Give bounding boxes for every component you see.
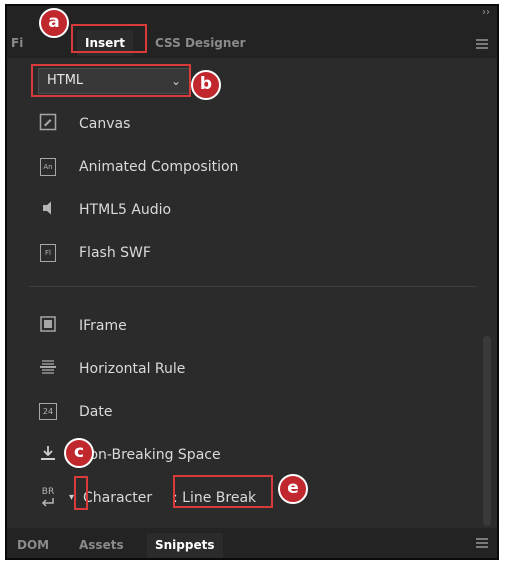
list-item-horizontal-rule[interactable]: Horizontal Rule — [7, 349, 477, 389]
line-break-icon: BR — [37, 487, 59, 509]
panel-top-strip: ›› — [7, 6, 497, 20]
list-item-html5-audio[interactable]: HTML5 Audio — [7, 190, 477, 230]
audio-speaker-icon — [37, 199, 59, 221]
line-break-highlight — [173, 475, 273, 508]
insert-tab-highlight — [71, 24, 147, 53]
line-break-icon-text: BR — [41, 487, 55, 497]
animated-composition-icon: An — [37, 156, 59, 178]
tab-snippets[interactable]: Snippets — [147, 533, 223, 558]
list-item-date[interactable]: 24 Date — [7, 392, 477, 432]
date-calendar-icon: 24 — [37, 401, 59, 423]
list-item-label: Canvas — [79, 116, 131, 132]
list-scrollbar[interactable] — [483, 336, 491, 526]
expand-arrow-highlight — [74, 476, 88, 510]
horizontal-rule-icon — [37, 358, 59, 380]
panel-menu-icon[interactable] — [476, 39, 488, 49]
dropdown-highlight — [31, 64, 191, 97]
animated-composition-icon-text: An — [40, 158, 56, 176]
collapse-panel-icon[interactable]: ›› — [482, 6, 490, 20]
list-item-label: Horizontal Rule — [79, 361, 186, 377]
list-item-label: Non-Breaking Space — [79, 447, 221, 463]
flash-swf-icon: Fl — [37, 242, 59, 264]
tab-assets[interactable]: Assets — [71, 533, 132, 558]
list-item-iframe[interactable]: IFrame — [7, 306, 477, 346]
iframe-icon — [37, 315, 59, 337]
annotation-badge-e: e — [278, 474, 308, 504]
list-item-label: Animated Composition — [79, 159, 239, 175]
list-item-label: HTML5 Audio — [79, 202, 172, 218]
list-item-label: Character — [83, 490, 153, 506]
list-item-label: IFrame — [79, 318, 127, 334]
list-item-animated-composition[interactable]: An Animated Composition — [7, 147, 477, 187]
flash-swf-icon-text: Fl — [40, 244, 56, 262]
tab-files[interactable]: Fi — [11, 30, 27, 56]
annotation-badge-b: b — [191, 70, 221, 100]
list-item-label: Date — [79, 404, 113, 420]
annotation-badge-c: c — [64, 438, 94, 468]
date-calendar-icon-text: 24 — [39, 403, 57, 420]
list-item-flash-swf[interactable]: Fl Flash SWF — [7, 233, 477, 273]
tab-css-designer[interactable]: CSS Designer — [147, 30, 254, 56]
annotation-badge-a: a — [39, 8, 69, 38]
bottom-panel-menu-icon[interactable] — [476, 538, 488, 548]
non-breaking-space-icon — [37, 444, 59, 466]
list-divider — [29, 286, 477, 287]
list-item-canvas[interactable]: Canvas — [7, 104, 477, 144]
list-item-label: Flash SWF — [79, 245, 151, 261]
bottom-tab-bar: DOM Assets Snippets — [7, 528, 497, 558]
canvas-icon — [37, 113, 59, 135]
tab-dom[interactable]: DOM — [9, 533, 57, 558]
